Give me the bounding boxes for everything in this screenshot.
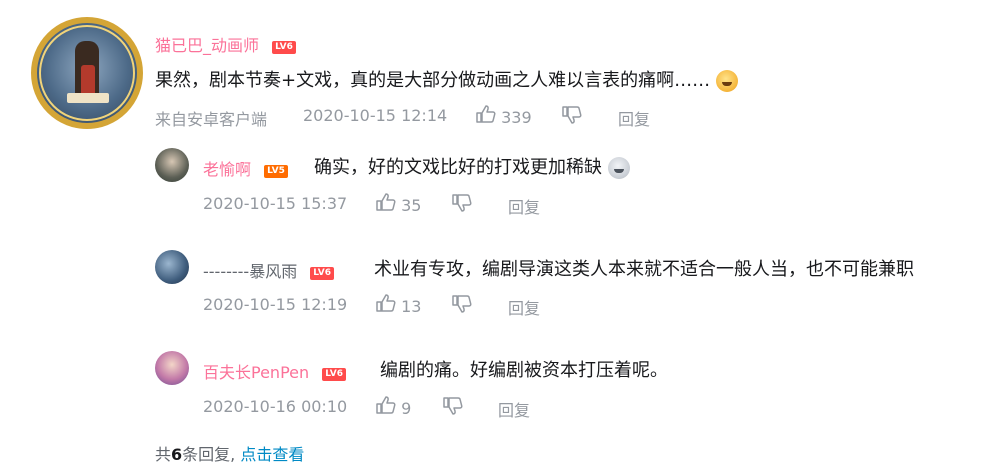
reply-button[interactable]: 回复 bbox=[508, 194, 540, 218]
speechless-emoji-icon bbox=[607, 157, 630, 179]
reply-summary: 共6条回复, 点击查看 bbox=[155, 441, 304, 465]
main-comment-header: 猫已巴_动画师 LV6 bbox=[155, 32, 296, 56]
crying-laugh-emoji-icon bbox=[715, 70, 738, 92]
level-badge: LV5 bbox=[264, 165, 288, 178]
summary-suffix: 条回复, bbox=[182, 445, 236, 464]
comment-text: 术业有专攻，编剧导演这类人本来就不适合一般人当，也不可能兼职 bbox=[374, 259, 914, 280]
avatar[interactable] bbox=[155, 148, 189, 182]
thumbs-down-icon bbox=[452, 194, 472, 212]
main-comment-meta: 来自安卓客户端 bbox=[155, 106, 267, 130]
thumbs-up-icon bbox=[376, 193, 396, 211]
thumbs-up-icon bbox=[376, 396, 396, 414]
reply-header: 老愉啊 LV5 bbox=[203, 156, 288, 180]
avatar[interactable] bbox=[31, 17, 143, 129]
thumbs-down-icon bbox=[452, 295, 472, 313]
reply-button[interactable]: 回复 bbox=[498, 397, 530, 421]
timestamp: 2020-10-16 00:10 bbox=[203, 397, 348, 416]
comment-text: 确实，好的文戏比好的打戏更加稀缺 bbox=[314, 157, 602, 178]
avatar[interactable] bbox=[155, 250, 189, 284]
like-count: 13 bbox=[401, 297, 422, 316]
username[interactable]: 百夫长PenPen bbox=[203, 363, 309, 382]
timestamp: 2020-10-15 12:19 bbox=[203, 295, 348, 314]
reply-button[interactable]: 回复 bbox=[508, 295, 540, 319]
like-button[interactable]: 9 bbox=[376, 396, 411, 418]
thumbs-up-icon bbox=[476, 105, 496, 123]
reply-content: 编剧的痛。好编剧被资本打压着呢。 bbox=[380, 356, 668, 382]
source-label: 来自安卓客户端 bbox=[155, 110, 268, 129]
username[interactable]: --------暴风雨 bbox=[203, 262, 297, 281]
level-badge: LV6 bbox=[272, 41, 296, 54]
dislike-button[interactable] bbox=[562, 106, 582, 128]
like-button[interactable]: 35 bbox=[376, 193, 421, 215]
like-count: 9 bbox=[401, 399, 412, 418]
comment-text: 果然，剧本节奏+文戏，真的是大部分做动画之人难以言表的痛啊…… bbox=[155, 70, 711, 91]
username[interactable]: 猫已巴_动画师 bbox=[155, 36, 259, 55]
level-badge: LV6 bbox=[322, 368, 346, 381]
reply-count: 6 bbox=[171, 445, 183, 464]
thumbs-down-icon bbox=[562, 106, 582, 124]
dislike-button[interactable] bbox=[443, 397, 463, 419]
level-badge: LV6 bbox=[310, 267, 335, 280]
main-comment-content: 果然，剧本节奏+文戏，真的是大部分做动画之人难以言表的痛啊…… bbox=[155, 66, 738, 92]
reply-header: 百夫长PenPen LV6 bbox=[203, 359, 346, 383]
summary-prefix: 共 bbox=[155, 445, 172, 464]
like-button[interactable]: 13 bbox=[376, 294, 421, 316]
thumbs-up-icon bbox=[376, 294, 396, 312]
like-count: 339 bbox=[501, 108, 532, 127]
like-count: 35 bbox=[401, 196, 422, 215]
dislike-button[interactable] bbox=[452, 295, 472, 317]
like-button[interactable]: 339 bbox=[476, 105, 532, 127]
username[interactable]: 老愉啊 bbox=[203, 160, 251, 179]
avatar[interactable] bbox=[155, 351, 189, 385]
timestamp: 2020-10-15 12:14 bbox=[303, 106, 448, 125]
reply-header: --------暴风雨 LV6 bbox=[203, 258, 335, 282]
comment-text: 编剧的痛。好编剧被资本打压着呢。 bbox=[380, 360, 668, 381]
timestamp: 2020-10-15 15:37 bbox=[203, 194, 348, 213]
reply-content: 术业有专攻，编剧导演这类人本来就不适合一般人当，也不可能兼职 bbox=[374, 255, 914, 281]
view-all-replies-link[interactable]: 点击查看 bbox=[240, 445, 304, 464]
reply-button[interactable]: 回复 bbox=[618, 106, 650, 130]
dislike-button[interactable] bbox=[452, 194, 472, 216]
reply-content: 确实，好的文戏比好的打戏更加稀缺 bbox=[314, 153, 630, 179]
thumbs-down-icon bbox=[443, 397, 463, 415]
